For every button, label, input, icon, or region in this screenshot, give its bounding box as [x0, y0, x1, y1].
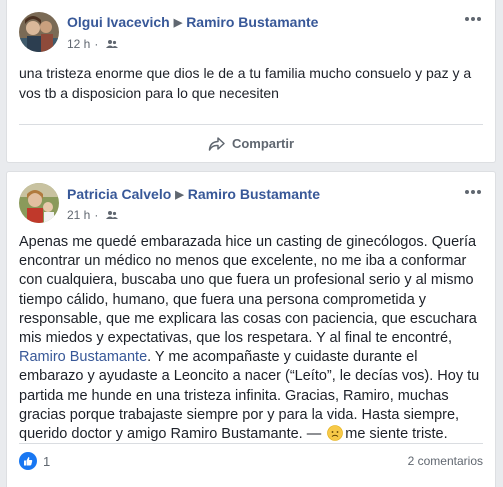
post-meta: 21 h ·: [67, 208, 118, 222]
post-text-part1: Apenas me quedé embarazada hice un casti…: [19, 234, 477, 347]
divider: [19, 443, 483, 444]
share-button[interactable]: Compartir: [19, 125, 483, 162]
arrow-right-icon: ▶: [175, 189, 184, 201]
timestamp[interactable]: 21 h: [67, 208, 90, 222]
timestamp[interactable]: 12 h: [67, 37, 90, 51]
post-text: Apenas me quedé embarazada hice un casti…: [19, 233, 485, 444]
target-link[interactable]: Ramiro Bustamante: [186, 14, 318, 30]
post-text: una tristeza enorme que dios le de a tu …: [19, 65, 472, 101]
author-link[interactable]: Olgui Ivacevich: [67, 14, 170, 30]
arrow-right-icon: ▶: [173, 17, 183, 29]
more-options-icon[interactable]: [463, 186, 483, 198]
feeling-text: me siente triste.: [345, 426, 448, 443]
author-link[interactable]: Patricia Calvelo: [67, 186, 171, 202]
post-meta: 12 h ·: [67, 37, 118, 51]
sad-face-icon: [327, 425, 344, 441]
mention-link[interactable]: Ramiro Bustamante: [19, 349, 147, 365]
reactions-summary[interactable]: 1: [19, 452, 50, 470]
friends-icon[interactable]: [102, 208, 118, 222]
reaction-count: 1: [43, 453, 51, 469]
avatar[interactable]: [19, 183, 59, 223]
share-label: Compartir: [231, 136, 295, 151]
target-link[interactable]: Ramiro Bustamante: [188, 186, 320, 202]
post-card: Patricia Calvelo ▶ Ramiro Bustamante 21 h ·…: [6, 171, 496, 487]
like-icon: [19, 452, 37, 470]
post-card: Olgui Ivacevich ▶ Ramiro Bustamante 12 h · …: [6, 0, 496, 163]
comments-link[interactable]: 2 comentarios: [408, 454, 483, 468]
share-icon: [208, 136, 225, 151]
post-header: Patricia Calvelo ▶ Ramiro Bustamante: [67, 186, 320, 202]
avatar[interactable]: [19, 12, 59, 52]
post-header: Olgui Ivacevich ▶ Ramiro Bustamante: [67, 14, 318, 30]
friends-icon[interactable]: [102, 37, 118, 51]
more-options-icon[interactable]: [463, 13, 483, 25]
